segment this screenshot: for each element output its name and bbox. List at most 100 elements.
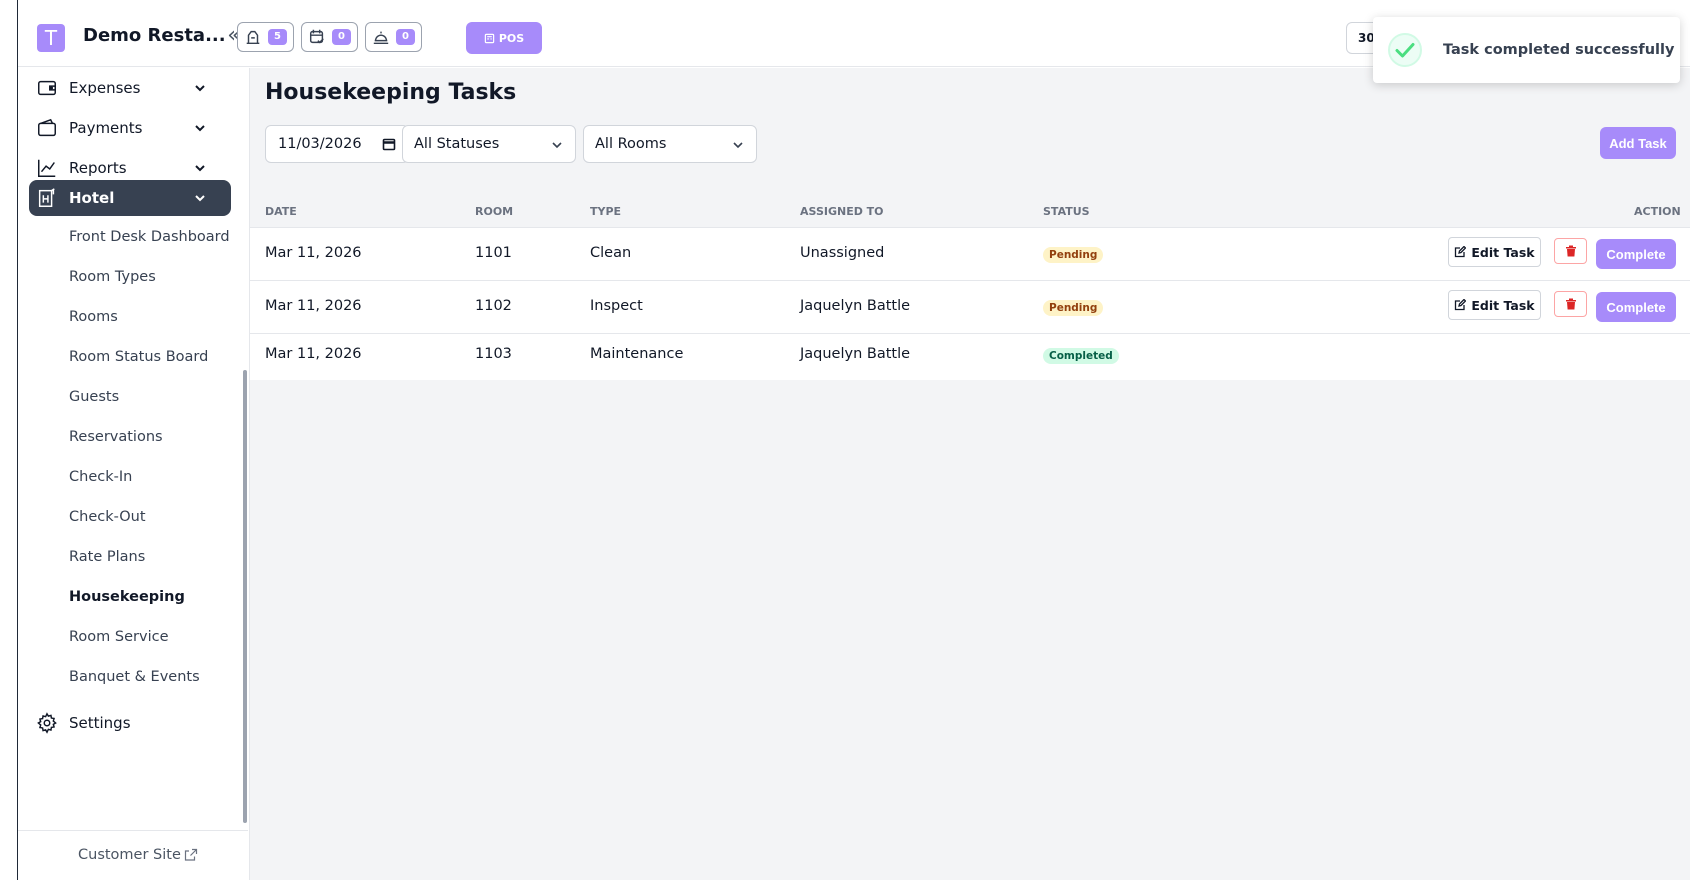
cell-assigned: Jaquelyn Battle [800,298,911,314]
sidebar-sub-room-service[interactable]: Room Service [69,622,169,652]
status-badge: Completed [1043,348,1119,364]
sidebar-scrollbar[interactable] [243,370,247,823]
chevron-down-icon [195,125,205,132]
trash-icon [1565,298,1576,310]
sidebar-sub-reservations[interactable]: Reservations [69,422,163,452]
sidebar-item-label: Settings [69,714,131,732]
column-header-status: Status [1043,205,1090,218]
reservations-count: 0 [332,29,351,45]
edit-icon [1455,299,1467,311]
room-service-icon [373,31,389,45]
kitchen-icon [246,30,260,45]
column-header-date: Date [265,205,297,218]
external-link-icon [184,848,197,861]
sidebar-footer: Customer Site [18,830,248,880]
customer-site-label: Customer Site [78,847,181,863]
date-filter-value: 11/03/2026 [278,136,362,152]
pos-button[interactable]: POS [466,22,542,54]
kitchen-orders-count: 5 [268,29,287,45]
edit-task-label: Edit Task [1471,244,1535,260]
reservations-button[interactable]: 0 [301,22,358,52]
calendar-icon[interactable] [382,137,396,151]
sidebar-sub-check-in[interactable]: Check-In [69,462,132,492]
sidebar-item-payments[interactable]: Payments [29,110,231,146]
sidebar-sub-room-types[interactable]: Room Types [69,262,156,292]
sidebar-item-expenses[interactable]: Expenses [29,70,231,106]
check-circle-icon [1388,33,1422,67]
status-badge: Pending [1043,300,1104,316]
status-filter-value: All Statuses [414,136,500,152]
cell-room: 1101 [475,245,512,261]
customer-site-link[interactable]: Customer Site [78,847,198,863]
pos-icon [484,33,495,43]
hotel-icon [38,188,55,207]
table-row: Mar 11, 2026 1102 Inspect Jaquelyn Battl… [250,280,1690,333]
chevron-down-icon [195,195,205,202]
column-header-assigned-to: Assigned To [800,205,884,218]
edit-icon [1455,246,1467,258]
table-header: Date Room Type Assigned To Status Action [250,194,1690,227]
sidebar-sub-banquet-events[interactable]: Banquet & Events [69,662,200,692]
cell-room: 1103 [475,346,512,362]
chart-line-icon [38,159,56,177]
brand-logo[interactable]: T [37,24,65,52]
edit-task-label: Edit Task [1471,297,1535,313]
cell-assigned: Unassigned [800,245,885,261]
toast-message: Task completed successfully [1443,42,1675,58]
sidebar-sub-guests[interactable]: Guests [69,382,119,412]
chevron-down-icon [195,85,205,92]
room-filter-value: All Rooms [595,136,667,152]
status-badge: Pending [1043,247,1104,263]
delete-task-button[interactable] [1554,238,1587,264]
pos-label: POS [498,31,525,45]
trash-icon [1565,245,1576,257]
column-header-type: Type [590,205,622,218]
sidebar-item-label: Hotel [69,189,115,207]
cell-type: Maintenance [590,346,684,362]
sidebar-sub-front-desk-dashboard[interactable]: Front Desk Dashboard [69,222,230,252]
cell-type: Inspect [590,298,643,314]
sidebar: Expenses Payments Reports Hotel Front De… [18,68,248,880]
edit-task-button[interactable]: Edit Task [1448,290,1541,320]
app-root: T Demo Resta... « 5 0 0 POS 30 Expenses [0,0,1690,888]
tasks-table: Date Room Type Assigned To Status Action… [250,194,1690,380]
room-filter-select[interactable]: All Rooms [583,125,757,163]
status-filter-select[interactable]: All Statuses [402,125,576,163]
complete-task-button[interactable]: Complete [1596,292,1676,322]
chevron-down-icon [195,165,205,172]
date-filter-input[interactable]: 11/03/2026 [265,125,409,163]
sidebar-item-settings[interactable]: Settings [29,705,231,741]
cell-date: Mar 11, 2026 [265,346,362,362]
cell-type: Clean [590,245,632,261]
page-title: Housekeeping Tasks [265,80,517,105]
sidebar-sub-rate-plans[interactable]: Rate Plans [69,542,145,572]
kitchen-orders-button[interactable]: 5 [237,22,294,52]
gear-icon [37,712,57,734]
complete-task-button[interactable]: Complete [1596,239,1676,269]
delete-task-button[interactable] [1554,291,1587,317]
sidebar-item-hotel[interactable]: Hotel [29,180,231,216]
main-content: Housekeeping Tasks 11/03/2026 All Status… [249,68,1690,880]
sidebar-sub-housekeeping[interactable]: Housekeeping [69,582,185,612]
column-header-room: Room [475,205,514,218]
sidebar-sub-rooms[interactable]: Rooms [69,302,118,332]
room-service-button[interactable]: 0 [365,22,422,52]
add-task-button[interactable]: Add Task [1600,127,1676,159]
sidebar-item-label: Expenses [69,79,141,97]
cell-date: Mar 11, 2026 [265,245,362,261]
edit-task-button[interactable]: Edit Task [1448,237,1541,267]
cell-date: Mar 11, 2026 [265,298,362,314]
table-row: Mar 11, 2026 1103 Maintenance Jaquelyn B… [250,333,1690,380]
calendar-check-icon [309,29,324,44]
success-toast[interactable]: Task completed successfully [1373,17,1680,83]
sidebar-sub-check-out[interactable]: Check-Out [69,502,146,532]
brand-name[interactable]: Demo Resta... [83,25,226,46]
chevron-down-icon [552,142,562,149]
table-row: Mar 11, 2026 1101 Clean Unassigned Pendi… [250,227,1690,280]
sidebar-sub-room-status-board[interactable]: Room Status Board [69,342,208,372]
chevron-down-icon [733,142,743,149]
sidebar-item-label: Payments [69,119,143,137]
cell-assigned: Jaquelyn Battle [800,346,911,362]
sidebar-item-label: Reports [69,159,127,177]
column-header-action: Action [1634,205,1681,218]
